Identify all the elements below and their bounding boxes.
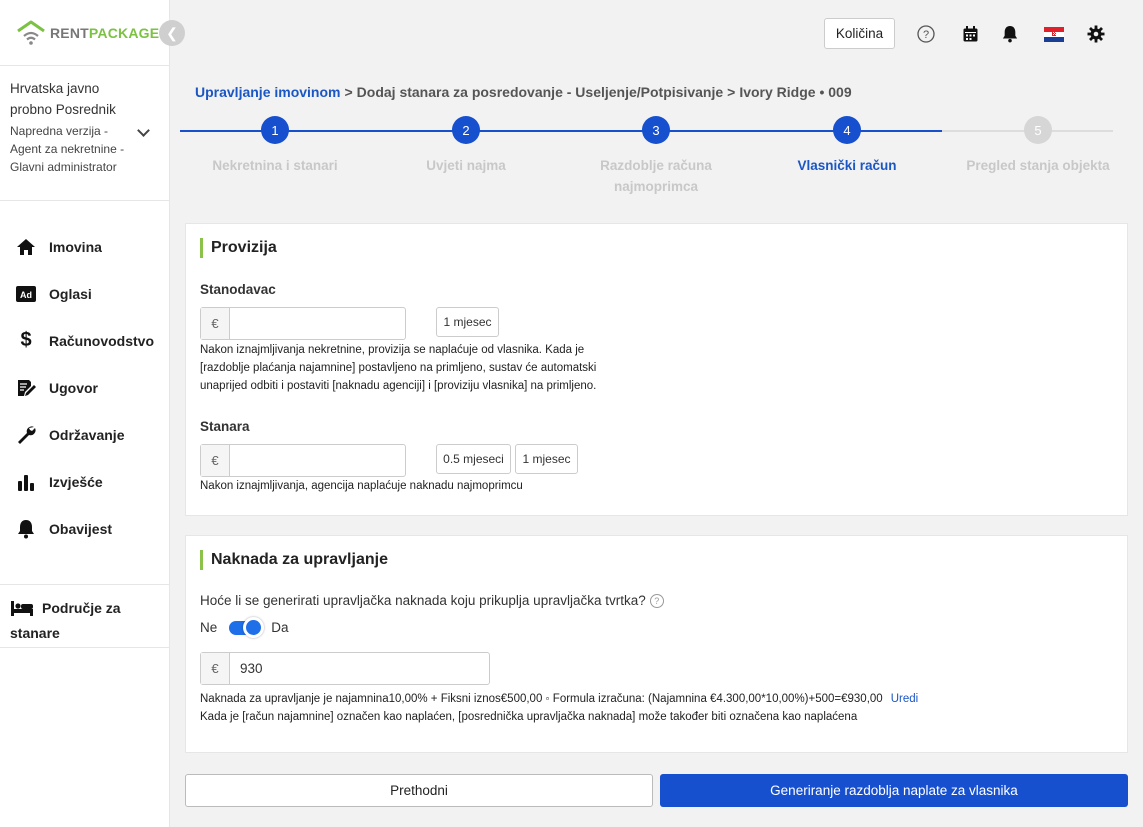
brand-name: RENTPACKAGE [50, 25, 160, 41]
nav-label: Izvješće [49, 473, 103, 490]
management-title: Naknada za upravljanje [200, 550, 388, 570]
landlord-commission-input[interactable]: € [200, 307, 406, 340]
tenant-commission-value [230, 445, 405, 476]
breadcrumb: Upravljanje imovinom > Dodaj stanara za po… [195, 84, 852, 100]
ad-icon: Ad [15, 284, 37, 304]
home-icon [15, 237, 37, 257]
contract-icon [15, 378, 37, 398]
management-note: Kada je [račun najamnine] označen kao na… [200, 711, 858, 723]
management-question: Hoće li se generirati upravljačka naknad… [200, 593, 664, 608]
nav-label: Održavanje [49, 426, 125, 443]
main-nav: Imovina Ad Oglasi $ Računovodstvo Ugovor… [0, 223, 170, 552]
account-switcher[interactable]: Hrvatska javno probno Posrednik Napredna… [0, 65, 170, 201]
tenant-1-month-button[interactable]: 1 mjesec [515, 444, 578, 474]
landlord-1-month-button[interactable]: 1 mjesec [436, 307, 499, 337]
sidebar: RENTPACKAGE Hrvatska javno probno Posred… [0, 0, 170, 827]
management-toggle-row: Ne Da [200, 616, 289, 638]
management-fee-input[interactable]: € 930 [200, 652, 490, 685]
landlord-commission-value [230, 308, 405, 339]
nav-item-oglasi[interactable]: Ad Oglasi [0, 270, 170, 317]
chevron-left-icon: ❮ [166, 24, 178, 41]
wifi-house-logo-icon [17, 20, 45, 45]
commission-card: Provizija Stanodavac € 1 mjesec Nakon iz… [185, 223, 1128, 516]
landlord-help-text: Nakon iznajmljivanja nekretnine, provizi… [200, 344, 597, 392]
progress-stepper: 1 Nekretnina i stanari 2 Uvjeti najma 3 … [180, 116, 1113, 206]
tenant-label: Stanara [200, 419, 250, 434]
management-fee-value: 930 [240, 661, 263, 676]
landlord-label: Stanodavac [200, 282, 276, 297]
management-formula: Naknada za upravljanje je najamnina10,00… [200, 693, 919, 705]
nav-item-obavijest[interactable]: Obavijest [0, 505, 170, 552]
gear-icon[interactable] [1086, 24, 1106, 44]
nav-item-izvjesce[interactable]: Izvješće [0, 458, 170, 505]
breadcrumb-property: Ivory Ridge • 009 [739, 84, 852, 100]
help-icon[interactable]: ? [916, 24, 936, 44]
generate-owner-billing-button[interactable]: Generiranje razdoblja naplate za vlasnik… [660, 774, 1128, 807]
tenant-commission-input[interactable]: € [200, 444, 406, 477]
svg-text:Ad: Ad [20, 290, 32, 300]
account-name: Hrvatska javno probno Posrednik [10, 81, 116, 117]
dollar-icon: $ [20, 329, 32, 351]
bell-icon [15, 519, 37, 539]
collapse-sidebar-button[interactable]: ❮ [159, 20, 185, 46]
toggle-off-label: Ne [200, 620, 218, 635]
euro-prefix: € [201, 308, 230, 339]
wrench-icon [15, 425, 37, 445]
commission-title: Provizija [200, 238, 277, 258]
calendar-icon[interactable] [960, 24, 980, 44]
bar-chart-icon [15, 472, 37, 492]
euro-prefix: € [201, 653, 230, 684]
previous-button[interactable]: Prethodni [185, 774, 653, 807]
quantity-button[interactable]: Količina [824, 18, 895, 49]
step-5[interactable]: 5 Pregled stanja objekta [943, 116, 1133, 176]
breadcrumb-root-link[interactable]: Upravljanje imovinom [195, 84, 340, 100]
notification-bell-icon[interactable] [1000, 24, 1020, 44]
nav-item-racunovodstvo[interactable]: $ Računovodstvo [0, 317, 170, 364]
step-1[interactable]: 1 Nekretnina i stanari [180, 116, 370, 176]
edit-formula-link[interactable]: Uredi [891, 693, 918, 705]
toggle-knob [243, 616, 265, 638]
step-2[interactable]: 2 Uvjeti najma [371, 116, 561, 176]
nav-item-ugovor[interactable]: Ugovor [0, 364, 170, 411]
management-fee-toggle[interactable] [229, 616, 265, 638]
euro-prefix: € [201, 445, 230, 476]
nav-label: Oglasi [49, 285, 92, 302]
nav-item-tenant-area[interactable]: Područje za stanare [0, 584, 170, 648]
tenant-help-text: Nakon iznajmljivanja, agencija naplaćuje… [200, 480, 523, 492]
nav-label: Obavijest [49, 520, 113, 537]
nav-label: Ugovor [49, 379, 98, 396]
top-header: Količina ? [170, 0, 1143, 66]
step-3[interactable]: 3 Razdoblje računa najmoprimca [561, 116, 751, 197]
nav-label: Računovodstvo [49, 332, 155, 349]
step-4[interactable]: 4 Vlasnički račun [752, 116, 942, 176]
nav-item-imovina[interactable]: Imovina [0, 223, 170, 270]
logo[interactable]: RENTPACKAGE [16, 18, 159, 48]
tenant-half-month-button[interactable]: 0.5 mjeseci [436, 444, 511, 474]
management-fee-card: Naknada za upravljanje Hoće li se generi… [185, 535, 1128, 753]
croatian-flag-icon[interactable] [1043, 24, 1065, 44]
nav-item-odrzavanje[interactable]: Održavanje [0, 411, 170, 458]
question-help-icon[interactable]: ? [649, 593, 664, 608]
svg-text:?: ? [923, 29, 929, 41]
nav-label: Imovina [49, 238, 102, 255]
toggle-on-label: Da [271, 620, 289, 635]
bed-icon [10, 600, 34, 622]
breadcrumb-step: Dodaj stanara za posredovanje - Useljenj… [356, 84, 724, 100]
account-role: Napredna verzija - Agent za nekretnine -… [10, 124, 125, 174]
